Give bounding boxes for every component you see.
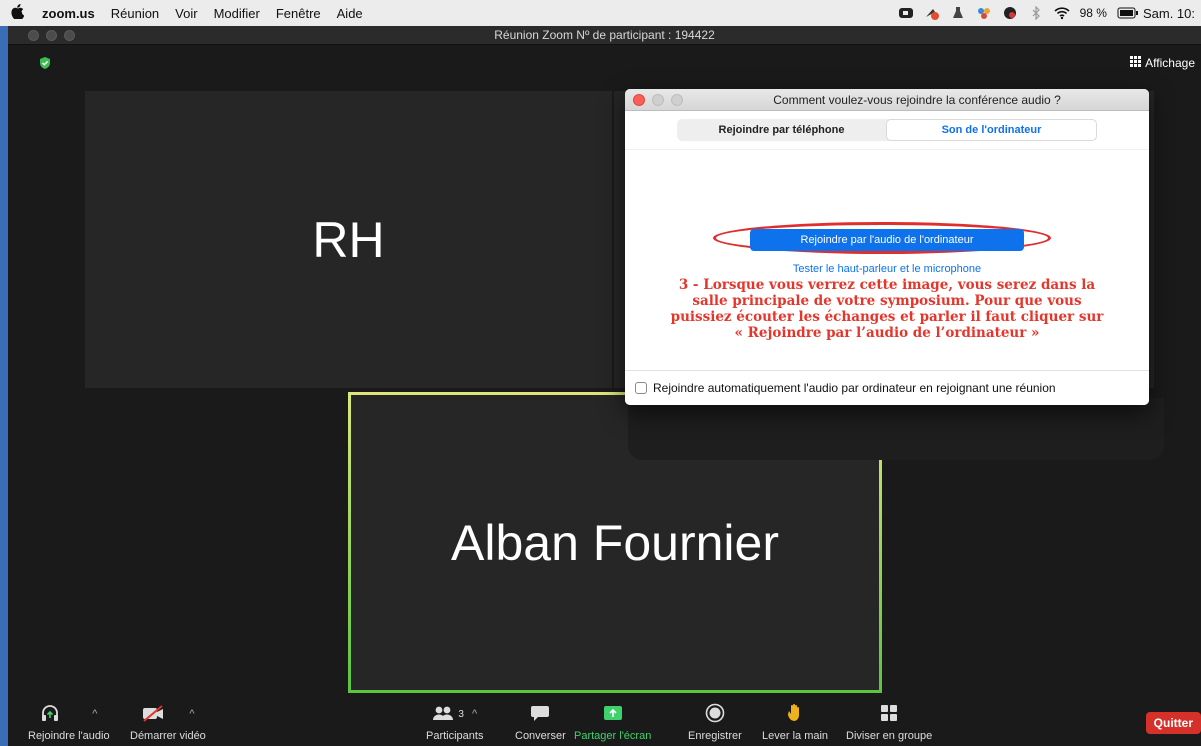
quit-meeting-button[interactable]: Quitter [1145, 712, 1201, 734]
flask-icon[interactable] [950, 6, 966, 20]
chevron-up-icon[interactable]: ^ [189, 708, 194, 720]
raise-hand-label: Lever la main [762, 730, 829, 742]
breakout-grid-icon [880, 704, 898, 725]
dialog-minimize-button[interactable] [652, 94, 664, 106]
dialog-footer: Rejoindre automatiquement l'audio par or… [625, 370, 1149, 405]
audio-join-dialog: Comment voulez-vous rejoindre la confére… [625, 89, 1149, 405]
dialog-zoom-button[interactable] [671, 94, 683, 106]
menu-fenetre[interactable]: Fenêtre [268, 6, 329, 21]
view-label: Affichage [1145, 56, 1195, 70]
pinwheel-icon[interactable] [976, 6, 992, 20]
participant-name: RH [312, 211, 385, 268]
desktop-edge [0, 26, 8, 746]
join-audio-label: Rejoindre l'audio [28, 730, 110, 742]
menu-voir[interactable]: Voir [167, 6, 205, 21]
participants-button[interactable]: 3 ^ Participants [426, 702, 483, 742]
record-label: Enregistrer [688, 730, 742, 742]
grid-view-icon [1130, 56, 1142, 70]
participant-tile-rh[interactable]: RH [85, 91, 612, 388]
chat-bubble-icon [530, 704, 550, 725]
window-title: Réunion Zoom Nº de participant : 194422 [494, 28, 715, 42]
battery-percent: 98 % [1079, 6, 1107, 20]
dialog-titlebar: Comment voulez-vous rejoindre la confére… [625, 89, 1149, 111]
record-icon [705, 703, 725, 726]
chat-label: Converser [515, 730, 566, 742]
auto-join-label[interactable]: Rejoindre automatiquement l'audio par or… [653, 381, 1056, 395]
participants-label: Participants [426, 730, 484, 742]
raise-hand-icon [786, 703, 804, 726]
notification-badge-icon[interactable] [924, 6, 940, 20]
share-screen-icon [603, 704, 623, 725]
test-speaker-mic-link[interactable]: Tester le haut-parleur et le microphone [625, 263, 1149, 275]
divider [625, 149, 1149, 150]
headphones-icon [40, 704, 60, 725]
breakout-rooms-button[interactable]: Diviser en groupe [846, 702, 932, 742]
zoom-status-icon[interactable] [898, 6, 914, 20]
lastpass-icon[interactable] [1002, 6, 1018, 20]
participants-count: 3 [458, 708, 464, 720]
menu-aide[interactable]: Aide [329, 6, 371, 21]
menu-reunion[interactable]: Réunion [103, 6, 167, 21]
dialog-title: Comment voulez-vous rejoindre la confére… [773, 93, 1061, 107]
video-off-icon [141, 704, 165, 725]
dialog-window-controls [633, 94, 683, 106]
apple-menu-icon[interactable] [0, 3, 34, 23]
audio-mode-tabs: Rejoindre par téléphone Son de l'ordinat… [677, 119, 1097, 141]
participant-name: Alban Fournier [451, 514, 779, 571]
tab-phone[interactable]: Rejoindre par téléphone [677, 119, 886, 141]
breakout-rooms-label: Diviser en groupe [846, 730, 933, 742]
menu-modifier[interactable]: Modifier [206, 6, 268, 21]
raise-hand-button[interactable]: Lever la main [762, 702, 828, 742]
join-audio-button[interactable]: ^ Rejoindre l'audio [28, 702, 110, 742]
join-computer-audio-button[interactable]: Rejoindre par l'audio de l'ordinateur [750, 229, 1024, 251]
status-area: 98 % Sam. 10: [898, 0, 1201, 26]
battery-icon[interactable] [1117, 6, 1138, 20]
chevron-up-icon[interactable]: ^ [472, 708, 477, 720]
record-button[interactable]: Enregistrer [688, 702, 742, 742]
clock[interactable]: Sam. 10: [1143, 6, 1195, 21]
dialog-shadow [628, 398, 1164, 460]
menu-bar: zoom.us Réunion Voir Modifier Fenêtre Ai… [0, 0, 1201, 26]
wifi-icon[interactable] [1054, 6, 1070, 20]
chat-button[interactable]: Converser [515, 702, 566, 742]
dialog-close-button[interactable] [633, 94, 645, 106]
start-video-label: Démarrer vidéo [130, 730, 206, 742]
participants-icon [432, 705, 454, 724]
share-screen-button[interactable]: Partager l'écran [574, 702, 651, 742]
auto-join-checkbox[interactable] [635, 382, 647, 394]
window-titlebar: Réunion Zoom Nº de participant : 194422 [8, 26, 1201, 45]
chevron-up-icon[interactable]: ^ [92, 708, 97, 720]
share-screen-label: Partager l'écran [574, 730, 652, 742]
start-video-button[interactable]: ^ Démarrer vidéo [130, 702, 206, 742]
meeting-toolbar: ^ Rejoindre l'audio ^ Démarrer vidéo 3 ^… [8, 696, 1201, 746]
menu-app-name[interactable]: zoom.us [34, 6, 103, 21]
view-button[interactable]: Affichage [1130, 56, 1195, 70]
security-shield-icon[interactable] [38, 56, 52, 70]
instruction-annotation: 3 - Lorsque vous verrez cette image, vou… [670, 277, 1104, 341]
tab-computer-audio[interactable]: Son de l'ordinateur [886, 119, 1097, 141]
bluetooth-icon[interactable] [1028, 5, 1044, 21]
